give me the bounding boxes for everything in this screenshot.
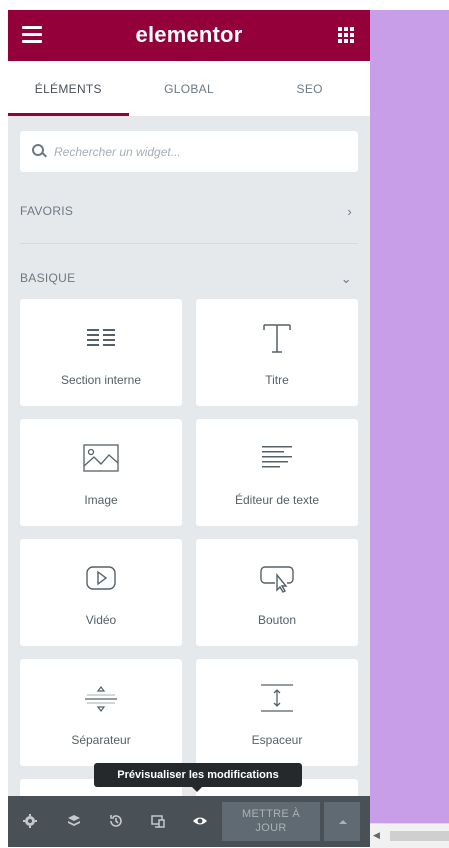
widget-section-interne[interactable]: Section interne [20,299,182,406]
category-favoris[interactable]: FAVORIS › [20,204,358,219]
text-editor-icon [262,446,292,468]
history-icon[interactable] [108,813,124,829]
search-icon [32,144,44,156]
widget-titre[interactable]: Titre [196,299,358,406]
widget-label: Éditeur de texte [234,493,320,507]
widget-bouton[interactable]: Bouton [196,539,358,646]
tab-elements[interactable]: ÉLÉMENTS [8,61,129,116]
panel-footer: METTRE À JOUR [8,796,370,847]
panel-header: elementor [8,10,370,61]
preview-tooltip: Prévisualiser les modifications [94,763,302,792]
chevron-down-icon: ⌄ [340,271,352,286]
settings-icon[interactable] [22,813,38,829]
update-button[interactable]: METTRE À JOUR [222,802,320,841]
widget-video[interactable]: Vidéo [20,539,182,646]
category-favoris-label: FAVORIS [20,204,74,218]
update-label-line2: JOUR [255,822,287,834]
preview-eye-icon[interactable] [192,813,208,829]
navigator-icon[interactable] [66,813,82,829]
preview-canvas[interactable] [370,10,449,823]
tab-seo[interactable]: SEO [249,61,370,116]
responsive-icon[interactable] [150,813,166,829]
widget-espaceur[interactable]: Espaceur [196,659,358,766]
widget-image[interactable]: Image [20,419,182,526]
chevron-right-icon: › [347,204,352,219]
editor-panel: elementor ÉLÉMENTS GLOBAL SEO FAVORIS › … [8,10,370,847]
panel-tabs: ÉLÉMENTS GLOBAL SEO [8,61,370,116]
button-icon [260,566,294,593]
divider-icon [85,686,117,712]
widget-label: Titre [265,373,289,387]
category-basique[interactable]: BASIQUE ⌄ [20,271,358,286]
update-label-line1: METTRE À [241,808,300,820]
widget-label: Section interne [60,373,142,387]
widget-label: Bouton [257,613,297,627]
widget-label: Espaceur [251,733,303,747]
inner-section-icon [87,329,115,346]
scroll-left-arrow-icon[interactable]: ◀ [373,830,380,841]
widget-label: Image [84,493,118,507]
widget-separateur[interactable]: Séparateur [20,659,182,766]
image-icon [83,444,119,472]
widget-label: Vidéo [85,613,117,627]
heading-icon [263,324,291,353]
tab-global[interactable]: GLOBAL [129,61,250,116]
category-basique-label: BASIQUE [20,271,76,285]
save-options-button[interactable] [324,802,360,841]
widget-label: Séparateur [71,733,131,747]
scrollbar-thumb[interactable] [390,831,449,841]
widget-search[interactable] [20,131,358,172]
spacer-icon [261,684,293,712]
category-divider [20,243,358,244]
elementor-logo: elementor [135,22,243,47]
widget-editeur-texte[interactable]: Éditeur de texte [196,419,358,526]
search-input[interactable] [52,141,346,163]
video-icon [86,566,116,590]
horizontal-scrollbar[interactable]: ◀ [370,823,449,848]
widgets-grid-icon[interactable] [338,27,354,43]
